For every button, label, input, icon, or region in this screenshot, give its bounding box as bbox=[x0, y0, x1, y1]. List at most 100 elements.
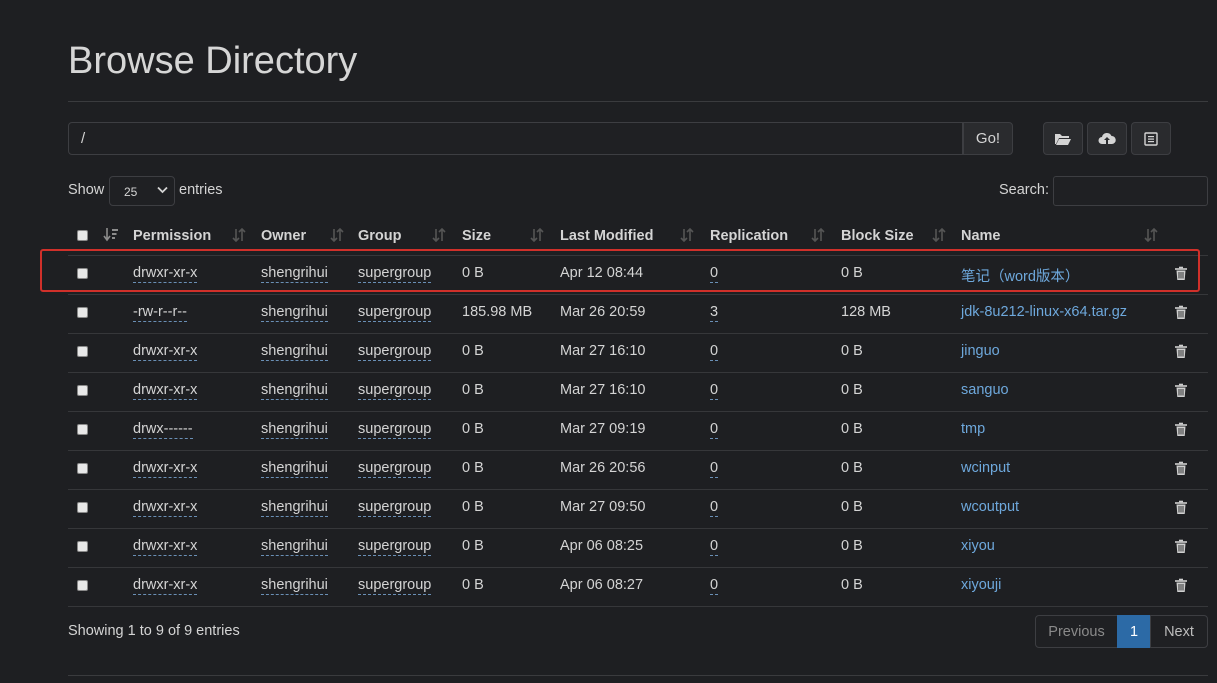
size-cell: 185.98 MB bbox=[462, 304, 533, 320]
replication-cell[interactable]: 0 bbox=[710, 382, 719, 400]
owner-cell[interactable]: shengrihui bbox=[261, 577, 328, 595]
column-header-replication[interactable]: Replication bbox=[710, 228, 788, 244]
owner-cell[interactable]: shengrihui bbox=[261, 382, 328, 400]
block-size-cell: 128 MB bbox=[841, 304, 891, 320]
group-cell[interactable]: supergroup bbox=[358, 304, 432, 322]
group-cell[interactable]: supergroup bbox=[358, 421, 432, 439]
row-checkbox[interactable] bbox=[77, 502, 88, 513]
row-checkbox[interactable] bbox=[77, 424, 88, 435]
owner-cell[interactable]: shengrihui bbox=[261, 304, 328, 322]
size-cell: 0 B bbox=[462, 460, 484, 476]
group-cell[interactable]: supergroup bbox=[358, 577, 432, 595]
select-all-checkbox[interactable] bbox=[77, 230, 88, 241]
sort-both-icon[interactable] bbox=[932, 228, 946, 242]
path-input[interactable] bbox=[69, 123, 986, 154]
replication-cell[interactable]: 0 bbox=[710, 343, 719, 361]
name-link[interactable]: wcoutput bbox=[961, 499, 1019, 515]
highlight-box bbox=[40, 249, 1200, 292]
permission-cell[interactable]: drwx------ bbox=[133, 421, 193, 439]
modified-cell: Mar 27 09:50 bbox=[560, 499, 646, 515]
name-link[interactable]: tmp bbox=[961, 421, 985, 437]
group-cell[interactable]: supergroup bbox=[358, 460, 432, 478]
permission-cell[interactable]: drwxr-xr-x bbox=[133, 343, 198, 361]
replication-cell[interactable]: 0 bbox=[710, 538, 719, 556]
sort-both-icon[interactable] bbox=[530, 228, 544, 242]
owner-cell[interactable]: shengrihui bbox=[261, 421, 328, 439]
trash-icon[interactable] bbox=[1174, 461, 1188, 476]
column-header-size[interactable]: Size bbox=[462, 228, 491, 244]
sort-both-icon[interactable] bbox=[1144, 228, 1158, 242]
row-divider bbox=[68, 333, 1208, 334]
column-header-name[interactable]: Name bbox=[961, 228, 1001, 244]
replication-cell[interactable]: 0 bbox=[710, 577, 719, 595]
column-header-owner[interactable]: Owner bbox=[261, 228, 306, 244]
create-directory-button[interactable] bbox=[1043, 122, 1083, 155]
trash-icon[interactable] bbox=[1174, 422, 1188, 437]
replication-cell[interactable]: 0 bbox=[710, 499, 719, 517]
name-link[interactable]: xiyou bbox=[961, 538, 995, 554]
row-divider bbox=[68, 528, 1208, 529]
cloud-upload-icon bbox=[1098, 132, 1116, 144]
search-input[interactable] bbox=[1053, 176, 1208, 206]
owner-cell[interactable]: shengrihui bbox=[261, 460, 328, 478]
group-cell[interactable]: supergroup bbox=[358, 343, 432, 361]
permission-cell[interactable]: -rw-r--r-- bbox=[133, 304, 187, 322]
path-input-wrapper[interactable] bbox=[68, 122, 986, 155]
row-checkbox[interactable] bbox=[77, 463, 88, 474]
column-header-group[interactable]: Group bbox=[358, 228, 402, 244]
column-header-permission[interactable]: Permission bbox=[133, 228, 211, 244]
sort-both-icon[interactable] bbox=[680, 228, 694, 242]
name-link[interactable]: jinguo bbox=[961, 343, 1000, 359]
trash-icon[interactable] bbox=[1174, 305, 1188, 320]
cut-paste-button[interactable] bbox=[1131, 122, 1171, 155]
permission-cell[interactable]: drwxr-xr-x bbox=[133, 382, 198, 400]
next-page-button[interactable]: Next bbox=[1150, 615, 1208, 648]
permission-cell[interactable]: drwxr-xr-x bbox=[133, 538, 198, 556]
entries-select[interactable]: 25 bbox=[109, 176, 175, 206]
permission-cell[interactable]: drwxr-xr-x bbox=[133, 460, 198, 478]
page-1-button[interactable]: 1 bbox=[1117, 615, 1151, 648]
previous-page-button[interactable]: Previous bbox=[1035, 615, 1118, 648]
name-link[interactable]: xiyouji bbox=[961, 577, 1001, 593]
sort-both-icon[interactable] bbox=[432, 228, 446, 242]
size-cell: 0 B bbox=[462, 577, 484, 593]
trash-icon[interactable] bbox=[1174, 383, 1188, 398]
row-checkbox[interactable] bbox=[77, 541, 88, 552]
row-checkbox[interactable] bbox=[77, 307, 88, 318]
trash-icon[interactable] bbox=[1174, 500, 1188, 515]
size-cell: 0 B bbox=[462, 382, 484, 398]
entries-select-value: 25 bbox=[124, 185, 138, 199]
modified-cell: Apr 06 08:25 bbox=[560, 538, 644, 554]
row-checkbox[interactable] bbox=[77, 580, 88, 591]
sort-both-icon[interactable] bbox=[330, 228, 344, 242]
sort-both-icon[interactable] bbox=[232, 228, 246, 242]
go-button[interactable]: Go! bbox=[963, 122, 1013, 155]
owner-cell[interactable]: shengrihui bbox=[261, 538, 328, 556]
title-divider bbox=[68, 101, 1208, 102]
group-cell[interactable]: supergroup bbox=[358, 382, 432, 400]
owner-cell[interactable]: shengrihui bbox=[261, 499, 328, 517]
group-cell[interactable]: supergroup bbox=[358, 538, 432, 556]
owner-cell[interactable]: shengrihui bbox=[261, 343, 328, 361]
row-checkbox[interactable] bbox=[77, 346, 88, 357]
trash-icon[interactable] bbox=[1174, 344, 1188, 359]
page-title: Browse Directory bbox=[68, 40, 358, 82]
replication-cell[interactable]: 3 bbox=[710, 304, 719, 322]
permission-cell[interactable]: drwxr-xr-x bbox=[133, 499, 198, 517]
column-header-block-size[interactable]: Block Size bbox=[841, 228, 914, 244]
group-cell[interactable]: supergroup bbox=[358, 499, 432, 517]
sort-desc-icon[interactable] bbox=[103, 227, 119, 243]
replication-cell[interactable]: 0 bbox=[710, 421, 719, 439]
trash-icon[interactable] bbox=[1174, 539, 1188, 554]
column-header-last-modified[interactable]: Last Modified bbox=[560, 228, 653, 244]
sort-both-icon[interactable] bbox=[811, 228, 825, 242]
name-link[interactable]: wcinput bbox=[961, 460, 1010, 476]
trash-icon[interactable] bbox=[1174, 578, 1188, 593]
block-size-cell: 0 B bbox=[841, 343, 863, 359]
permission-cell[interactable]: drwxr-xr-x bbox=[133, 577, 198, 595]
replication-cell[interactable]: 0 bbox=[710, 460, 719, 478]
row-checkbox[interactable] bbox=[77, 385, 88, 396]
upload-button[interactable] bbox=[1087, 122, 1127, 155]
name-link[interactable]: jdk-8u212-linux-x64.tar.gz bbox=[961, 304, 1127, 320]
name-link[interactable]: sanguo bbox=[961, 382, 1009, 398]
